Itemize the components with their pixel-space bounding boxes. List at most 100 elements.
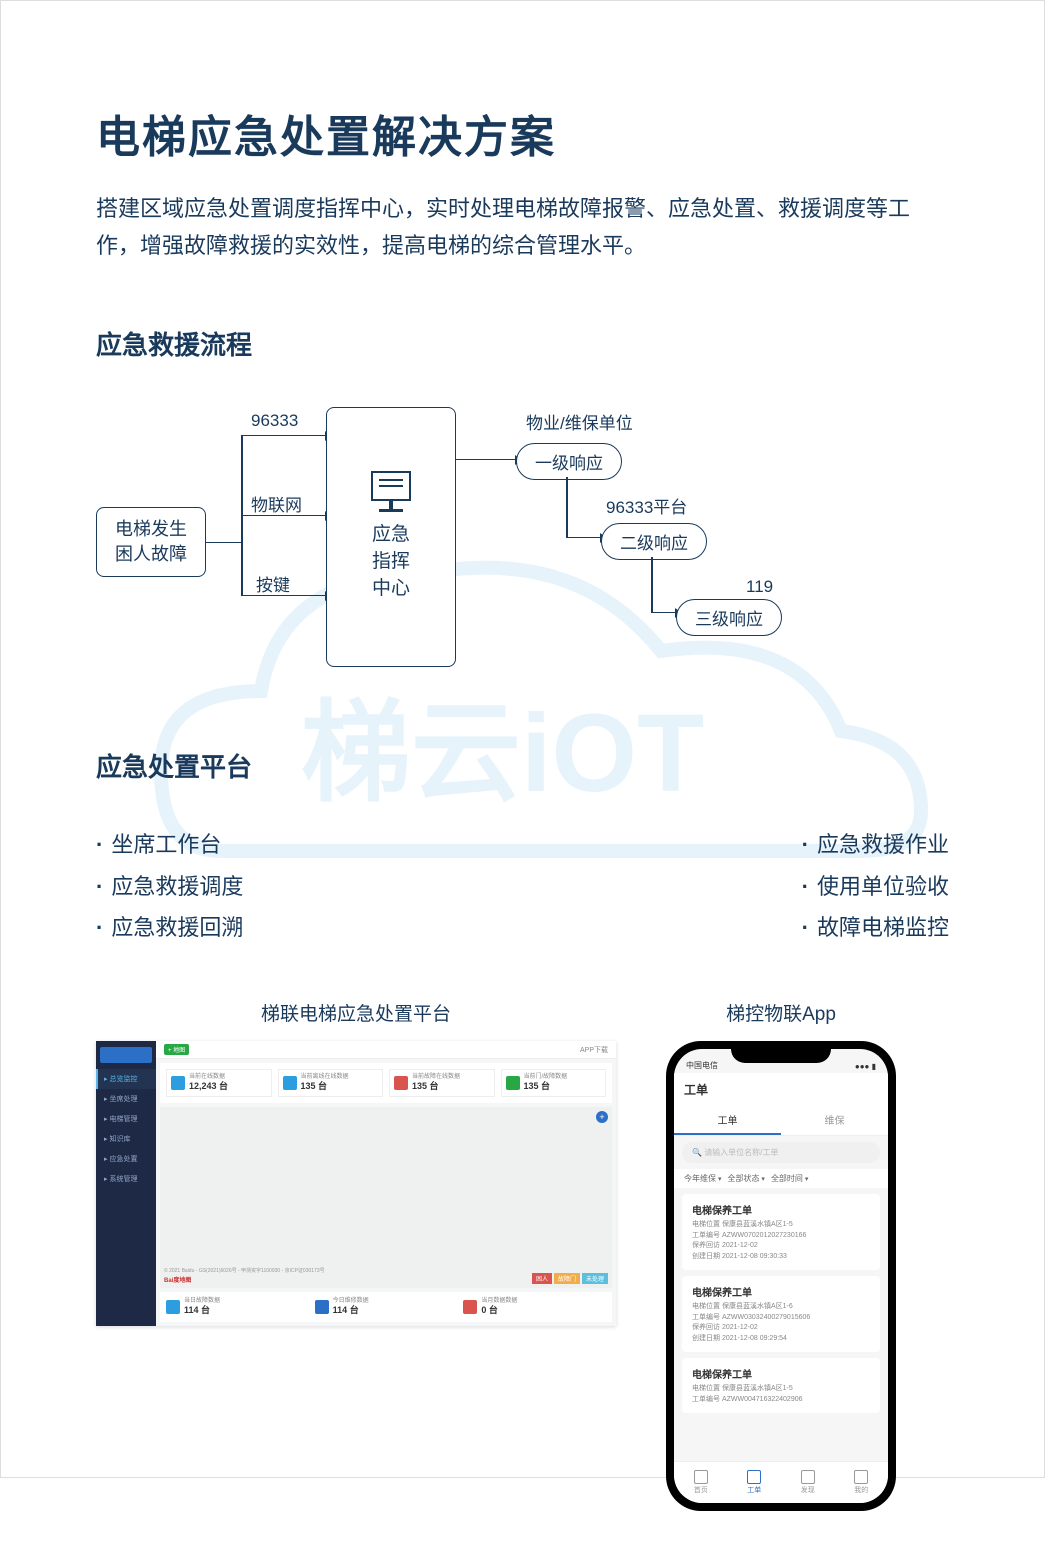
section-flow-title: 应急救援流程 (96, 325, 949, 362)
feature-item: 应急救援作业 (802, 824, 949, 866)
work-order-card[interactable]: 电梯保养工单电梯位置 保康县蓝溪水镇A区1-5工单编号 AZWW07020120… (682, 1194, 880, 1270)
stat-icon (506, 1076, 520, 1090)
work-order-card[interactable]: 电梯保养工单电梯位置 保康县蓝溪水镇A区1-6工单编号 AZWW03032400… (682, 1276, 880, 1352)
card-line: 电梯位置 保康县蓝溪水镇A区1-6 (692, 1302, 870, 1313)
phone-mockup: 中国电信●●● ▮ 工单 工单维保 🔍 请输入单位名称/工单 今年维保全部状态全… (666, 1041, 896, 1511)
flow-center-box: 应急 指挥 中心 (326, 407, 456, 667)
map-tag[interactable]: 未处理 (582, 1273, 608, 1284)
stat-text: 今日维修数据114 台 (333, 1298, 369, 1316)
dashboard-topbar: + 地图 APP下载 (156, 1041, 616, 1059)
stat-icon (166, 1300, 180, 1314)
dashboard-stats-row: 当前在线数据12,243 台 当前离线在线数据135 台 当前故障在线数据135… (160, 1063, 612, 1103)
path-label-3: 按键 (256, 571, 290, 596)
dashboard-nav-item[interactable]: ▸ 电梯管理 (96, 1109, 156, 1129)
flow-start-box: 电梯发生 困人故障 (96, 507, 206, 577)
phone-tabs: 工单维保 (674, 1106, 888, 1136)
dashboard-screenshot: ▸ 总览监控▸ 坐席处理▸ 电梯管理▸ 知识库▸ 应急处置▸ 系统管理 + 地图… (96, 1041, 616, 1326)
feature-item: 应急救援回溯 (96, 907, 243, 949)
group1-label: 物业/维保单位 (526, 409, 633, 434)
resp2-pill: 二级响应 (601, 523, 707, 560)
page-title: 电梯应急处置解决方案 (96, 101, 949, 165)
phone-tab[interactable]: 维保 (781, 1106, 888, 1135)
stat-text: 当前在线数据12,243 台 (189, 1074, 228, 1092)
phone-filter[interactable]: 全部时间 (771, 1173, 808, 1184)
stat-card: 当前门/故障数据135 台 (501, 1069, 607, 1097)
section-platform-title: 应急处置平台 (96, 747, 949, 784)
dashboard-shot-title: 梯联电梯应急处置平台 (261, 999, 451, 1026)
dashboard-tag[interactable]: + 地图 (164, 1044, 189, 1055)
resp3-pill: 三级响应 (676, 599, 782, 636)
stat-text: 当前离线在线数据135 台 (301, 1074, 349, 1092)
phone-filter-row: 今年维保全部状态全部时间 (674, 1169, 888, 1188)
stat-text: 当前门/故障数据135 台 (524, 1074, 568, 1092)
stat-text: 当前故障在线数据135 台 (412, 1074, 460, 1092)
path-label-1: 96333 (251, 411, 298, 431)
phone-filter[interactable]: 全部状态 (727, 1173, 764, 1184)
flowchart: 电梯发生 困人故障 96333 物联网 按键 应急 指挥 中心 物业/维保单位 … (96, 387, 916, 707)
stat-card: 当前在线数据12,243 台 (166, 1069, 272, 1097)
stat-text: 当日故障数据114 台 (184, 1298, 220, 1316)
card-line: 电梯位置 保康县蓝溪水镇A区1-5 (692, 1220, 870, 1231)
dashboard-map[interactable]: + Bai度地图 © 2021 Baidu - GS(2021)6026号 - … (160, 1107, 612, 1288)
bottom-stat-card: 当日故障数据114 台 (166, 1298, 309, 1316)
card-line: 创建日期 2021-12-08 09:30:33 (692, 1252, 870, 1263)
dashboard-nav-item[interactable]: ▸ 系统管理 (96, 1169, 156, 1189)
map-copyright: © 2021 Baidu - GS(2021)6026号 - 甲测资字11009… (164, 1267, 325, 1274)
stat-card: 当前故障在线数据135 台 (389, 1069, 495, 1097)
phone-filter[interactable]: 今年维保 (684, 1173, 721, 1184)
map-tag[interactable]: 故障门 (554, 1273, 580, 1284)
phone-nav-item[interactable]: 工单 (747, 1470, 761, 1495)
map-provider-label: Bai度地图 (164, 1275, 191, 1284)
path-label-2: 物联网 (251, 491, 302, 516)
card-title: 电梯保养工单 (692, 1366, 870, 1381)
nav-icon (854, 1470, 868, 1484)
card-line: 电梯位置 保康县蓝溪水镇A区1-5 (692, 1384, 870, 1395)
phone-search-input[interactable]: 🔍 请输入单位名称/工单 (682, 1142, 880, 1163)
card-line: 保养回访 2021-12-02 (692, 1241, 870, 1252)
feature-item: 应急救援调度 (96, 866, 243, 908)
dashboard-right-link[interactable]: APP下载 (580, 1045, 608, 1055)
nav-icon (801, 1470, 815, 1484)
dashboard-nav-item[interactable]: ▸ 总览监控 (96, 1069, 156, 1089)
card-title: 电梯保养工单 (692, 1284, 870, 1299)
stat-icon (171, 1076, 185, 1090)
map-tag[interactable]: 困人 (532, 1273, 552, 1284)
nav-icon (747, 1470, 761, 1484)
phone-statusbar: 中国电信●●● ▮ (674, 1049, 888, 1073)
stat-icon (394, 1076, 408, 1090)
feature-list: 坐席工作台应急救援调度应急救援回溯 应急救援作业使用单位验收故障电梯监控 (96, 824, 949, 949)
feature-item: 使用单位验收 (802, 866, 949, 908)
dashboard-nav-item[interactable]: ▸ 应急处置 (96, 1149, 156, 1169)
dashboard-sidebar: ▸ 总览监控▸ 坐席处理▸ 电梯管理▸ 知识库▸ 应急处置▸ 系统管理 (96, 1041, 156, 1326)
phone-nav-item[interactable]: 我的 (854, 1470, 868, 1495)
feature-item: 坐席工作台 (96, 824, 243, 866)
work-order-card[interactable]: 电梯保养工单电梯位置 保康县蓝溪水镇A区1-5工单编号 AZWW00471632… (682, 1358, 880, 1413)
nav-icon (694, 1470, 708, 1484)
group3-label: 119 (746, 577, 773, 597)
resp1-pill: 一级响应 (516, 443, 622, 480)
card-line: 工单编号 AZWW03032400279015606 (692, 1313, 870, 1324)
map-zoom-icon[interactable]: + (596, 1111, 608, 1123)
phone-nav-item[interactable]: 发现 (801, 1470, 815, 1495)
card-line: 保养回访 2021-12-02 (692, 1323, 870, 1334)
stat-icon (283, 1076, 297, 1090)
card-line: 创建日期 2021-12-08 09:29:54 (692, 1334, 870, 1345)
stat-text: 当月数据数据0 台 (481, 1298, 517, 1316)
dashboard-nav-item[interactable]: ▸ 知识库 (96, 1129, 156, 1149)
stat-icon (463, 1300, 477, 1314)
group2-label: 96333平台 (606, 493, 687, 518)
page-subtitle: 搭建区域应急处置调度指挥中心，实时处理电梯故障报警、应急处置、救援调度等工作，增… (96, 190, 949, 265)
dashboard-nav-item[interactable]: ▸ 坐席处理 (96, 1089, 156, 1109)
bottom-stat-card: 当月数据数据0 台 (463, 1298, 606, 1316)
dashboard-bottom-row: 当日故障数据114 台 今日维修数据114 台 当月数据数据0 台 (160, 1292, 612, 1322)
card-line: 工单编号 AZWW004716322402906 (692, 1395, 870, 1406)
stat-icon (315, 1300, 329, 1314)
phone-shot-title: 梯控物联App (726, 999, 836, 1026)
command-center-icon (371, 471, 411, 512)
feature-item: 故障电梯监控 (802, 907, 949, 949)
phone-tab[interactable]: 工单 (674, 1106, 781, 1135)
phone-nav-item[interactable]: 首页 (694, 1470, 708, 1495)
bottom-stat-card: 今日维修数据114 台 (315, 1298, 458, 1316)
dashboard-logo (100, 1047, 152, 1063)
phone-page-title: 工单 (674, 1073, 888, 1106)
